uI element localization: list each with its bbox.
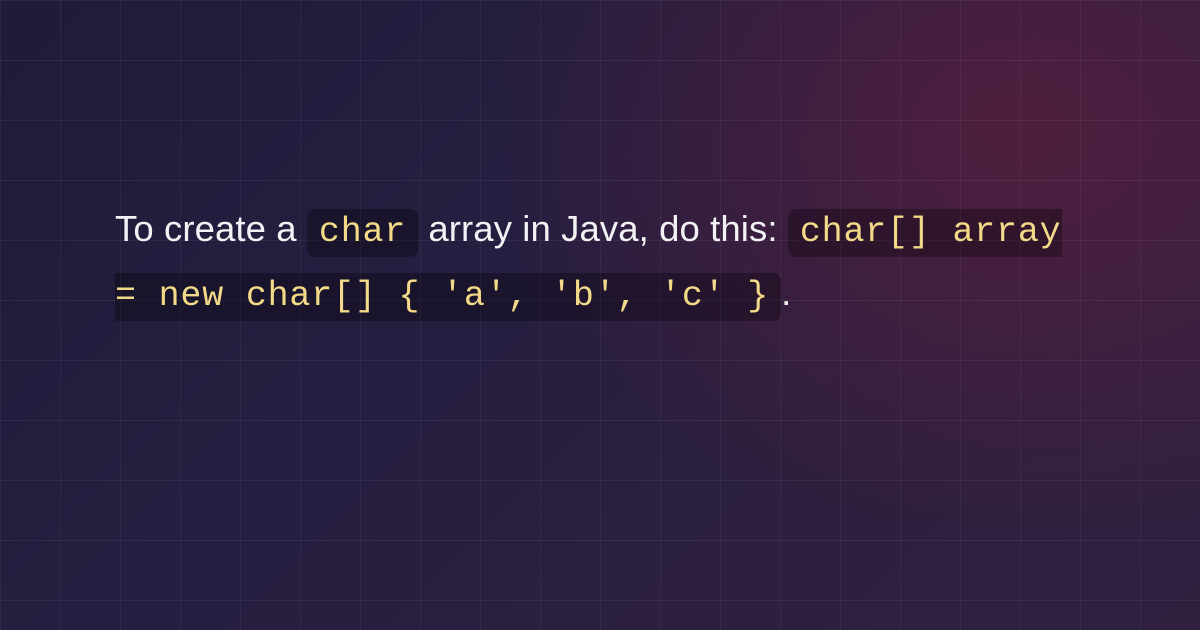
text-segment: To create a bbox=[115, 208, 307, 249]
text-segment: . bbox=[781, 272, 791, 313]
inline-code-char: char bbox=[307, 209, 418, 257]
card-background: To create a char array in Java, do this:… bbox=[0, 0, 1200, 630]
text-segment: array in Java, do this: bbox=[428, 208, 787, 249]
description-text: To create a char array in Java, do this:… bbox=[115, 198, 1085, 326]
